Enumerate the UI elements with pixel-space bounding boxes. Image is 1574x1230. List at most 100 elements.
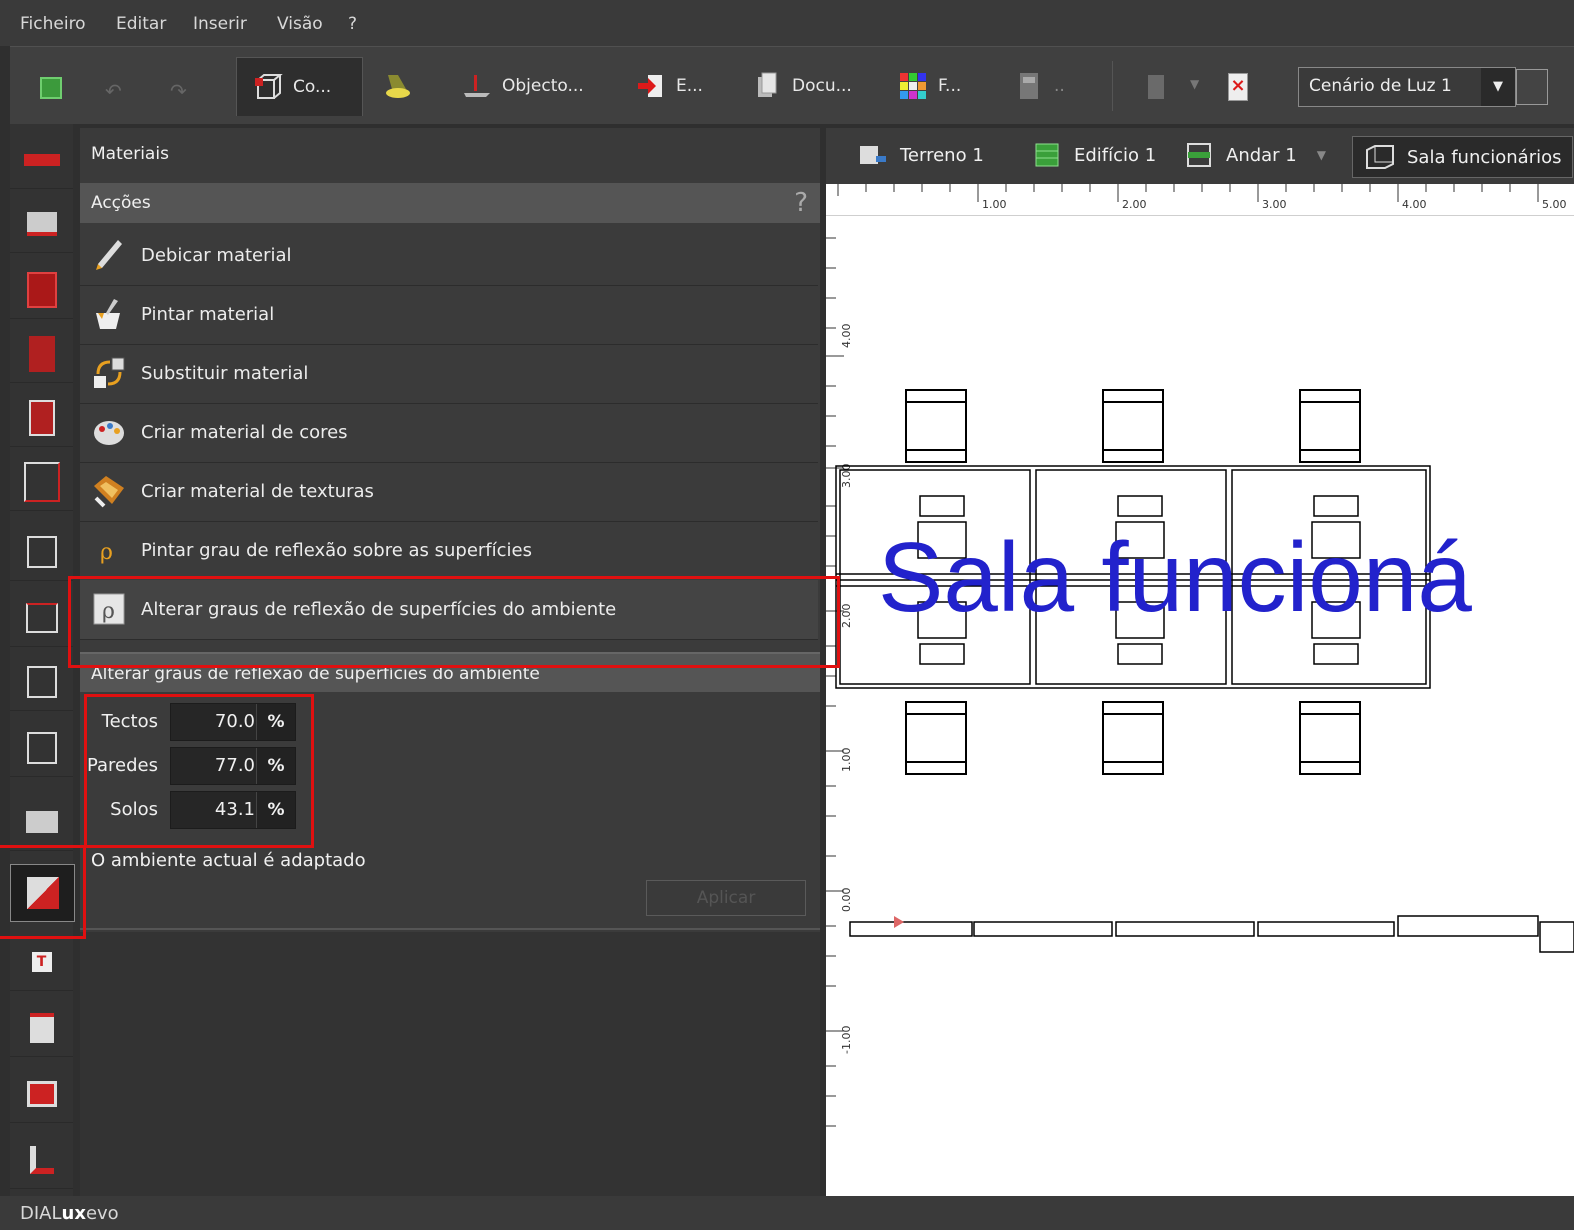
undo-icon[interactable]: ↶ — [105, 79, 122, 103]
arrow-swap-icon — [23, 154, 60, 166]
tab-calculator[interactable]: .. — [1014, 57, 1084, 115]
brand-part-a: DIAL — [20, 1203, 62, 1224]
play-icon[interactable] — [1148, 75, 1164, 99]
ruler-horizontal-svg: 1.00 2.00 3.00 4.00 5.00 — [837, 184, 1567, 211]
sidebar-roof[interactable] — [10, 590, 73, 647]
action-label: Pintar grau de reflexão sobre as superfí… — [141, 540, 532, 561]
brand-part-c: evo — [85, 1203, 119, 1224]
sidebar-cube[interactable] — [10, 654, 73, 711]
tab-objects-label: Objecto... — [502, 76, 584, 96]
panel-empty-area — [80, 932, 820, 1196]
sidebar-text[interactable]: T — [10, 934, 73, 991]
ruler-x-label: 4.00 — [1402, 198, 1427, 211]
close-calculation-icon[interactable]: × — [1228, 73, 1248, 101]
breadcrumb-building[interactable]: Edifício 1 — [1030, 142, 1156, 168]
palette-icon — [94, 421, 124, 445]
action-label: Criar material de cores — [141, 422, 348, 443]
ruler-x-label: 2.00 — [1122, 198, 1147, 211]
tab-construction[interactable]: Co... — [236, 57, 363, 116]
action-paint-reflection[interactable]: ρ Pintar grau de reflexão sobre as super… — [80, 521, 818, 581]
sidebar-selection[interactable] — [10, 1066, 73, 1123]
status-text: O ambiente actual é adaptado — [91, 850, 366, 871]
storey-icon — [1187, 143, 1211, 167]
dropdown-chevron-icon[interactable]: ▼ — [1481, 68, 1515, 106]
panel-divider — [80, 928, 820, 930]
sidebar-wall-cut[interactable] — [10, 390, 73, 447]
floor-plan-svg[interactable]: 4.00 3.00 2.00 1.00 0.00 -1.00 Sala func… — [826, 216, 1574, 1196]
menu-editar[interactable]: Editar — [116, 14, 166, 34]
action-paint-material[interactable]: Pintar material — [80, 285, 818, 345]
construction-icon — [255, 74, 283, 99]
room-cube-icon — [26, 536, 57, 568]
sidebar-terrain[interactable] — [10, 196, 73, 253]
texture-icon — [94, 476, 124, 508]
save-icon[interactable] — [40, 77, 62, 99]
light-scene-select[interactable]: Cenário de Luz 1 ▼ — [1298, 67, 1516, 107]
view-breadcrumb: Terreno 1 Edifício 1 Andar 1 ▼ Sala func… — [826, 128, 1574, 184]
wall-icon — [28, 336, 55, 372]
tab-construction-label: Co... — [293, 77, 332, 97]
breadcrumb-storey-label: Andar 1 — [1226, 144, 1297, 166]
sidebar-opening[interactable] — [10, 720, 73, 777]
tab-documentation[interactable]: Docu... — [752, 57, 862, 115]
chevron-down-icon[interactable]: ▼ — [1317, 148, 1326, 162]
grid-icon — [900, 73, 926, 99]
sidebar-tree[interactable] — [10, 1132, 73, 1189]
door-icon — [29, 1013, 54, 1043]
toolbar-separator — [1112, 61, 1113, 111]
sidebar-floor-plan[interactable] — [10, 454, 73, 511]
tab-light[interactable] — [382, 57, 432, 115]
redo-icon[interactable]: ↷ — [170, 79, 187, 103]
sidebar-arrow-tool[interactable] — [10, 132, 73, 189]
monitor-icon[interactable] — [1516, 69, 1548, 105]
tab-grid[interactable]: F... — [898, 57, 978, 115]
furniture-icon — [25, 811, 58, 833]
light-scene-value: Cenário de Luz 1 — [1309, 76, 1452, 96]
chevron-down-icon[interactable]: ▼ — [1190, 77, 1199, 91]
action-replace-material[interactable]: Substituir material — [80, 344, 818, 404]
action-create-texture-material[interactable]: Criar material de texturas — [80, 462, 818, 522]
chairs-top[interactable] — [905, 389, 1361, 463]
floor-plan-canvas[interactable]: 4.00 3.00 2.00 1.00 0.00 -1.00 Sala func… — [826, 216, 1574, 1196]
room-icon — [1366, 145, 1394, 169]
wall-cut-icon — [28, 400, 55, 436]
apply-button[interactable]: Aplicar — [646, 880, 806, 916]
apply-button-label: Aplicar — [696, 888, 756, 908]
breadcrumb-room-label: Sala funcionários — [1407, 146, 1562, 168]
actions-header: Acções ? — [80, 183, 820, 223]
sidebar-furniture[interactable] — [10, 794, 73, 851]
roof-icon — [25, 603, 58, 633]
tab-export-label: E... — [676, 76, 703, 96]
highlight-sidebar-box — [0, 845, 86, 939]
chairs-bottom[interactable] — [905, 701, 1361, 775]
menu-bar: Ficheiro Editar Inserir Visão ? — [0, 0, 1574, 46]
light-icon — [386, 75, 410, 98]
panel-title: Materiais — [80, 128, 820, 180]
tab-export[interactable]: E... — [636, 57, 716, 115]
actions-header-label: Acções — [91, 193, 151, 213]
text-label-icon: T — [31, 952, 52, 972]
breadcrumb-room[interactable]: Sala funcionários — [1352, 136, 1573, 178]
floor-plan-icon — [23, 462, 60, 502]
brand-part-b: ux — [61, 1203, 86, 1224]
menu-inserir[interactable]: Inserir — [193, 14, 247, 34]
action-label: Pintar material — [141, 304, 275, 325]
sidebar-wall[interactable] — [10, 326, 73, 383]
action-label: Substituir material — [141, 363, 309, 384]
sidebar-room[interactable] — [10, 524, 73, 581]
sidebar-building[interactable] — [10, 262, 73, 319]
tab-objects[interactable]: Objecto... — [462, 57, 612, 115]
menu-ficheiro[interactable]: Ficheiro — [20, 14, 86, 34]
breadcrumb-storey[interactable]: Andar 1 ▼ — [1182, 142, 1326, 168]
menu-help[interactable]: ? — [348, 14, 357, 34]
menu-visao[interactable]: Visão — [277, 14, 323, 34]
action-create-color-material[interactable]: Criar material de cores — [80, 403, 818, 463]
breadcrumb-terrain[interactable]: Terreno 1 — [856, 142, 984, 168]
sidebar-door[interactable] — [10, 1000, 73, 1057]
action-pick-material[interactable]: Debicar material — [80, 226, 818, 286]
help-icon[interactable]: ? — [794, 183, 808, 223]
luminaires-row[interactable] — [849, 915, 1574, 953]
highlight-action-box — [68, 576, 840, 668]
pipette-icon — [96, 240, 122, 270]
opening-icon — [26, 732, 57, 764]
